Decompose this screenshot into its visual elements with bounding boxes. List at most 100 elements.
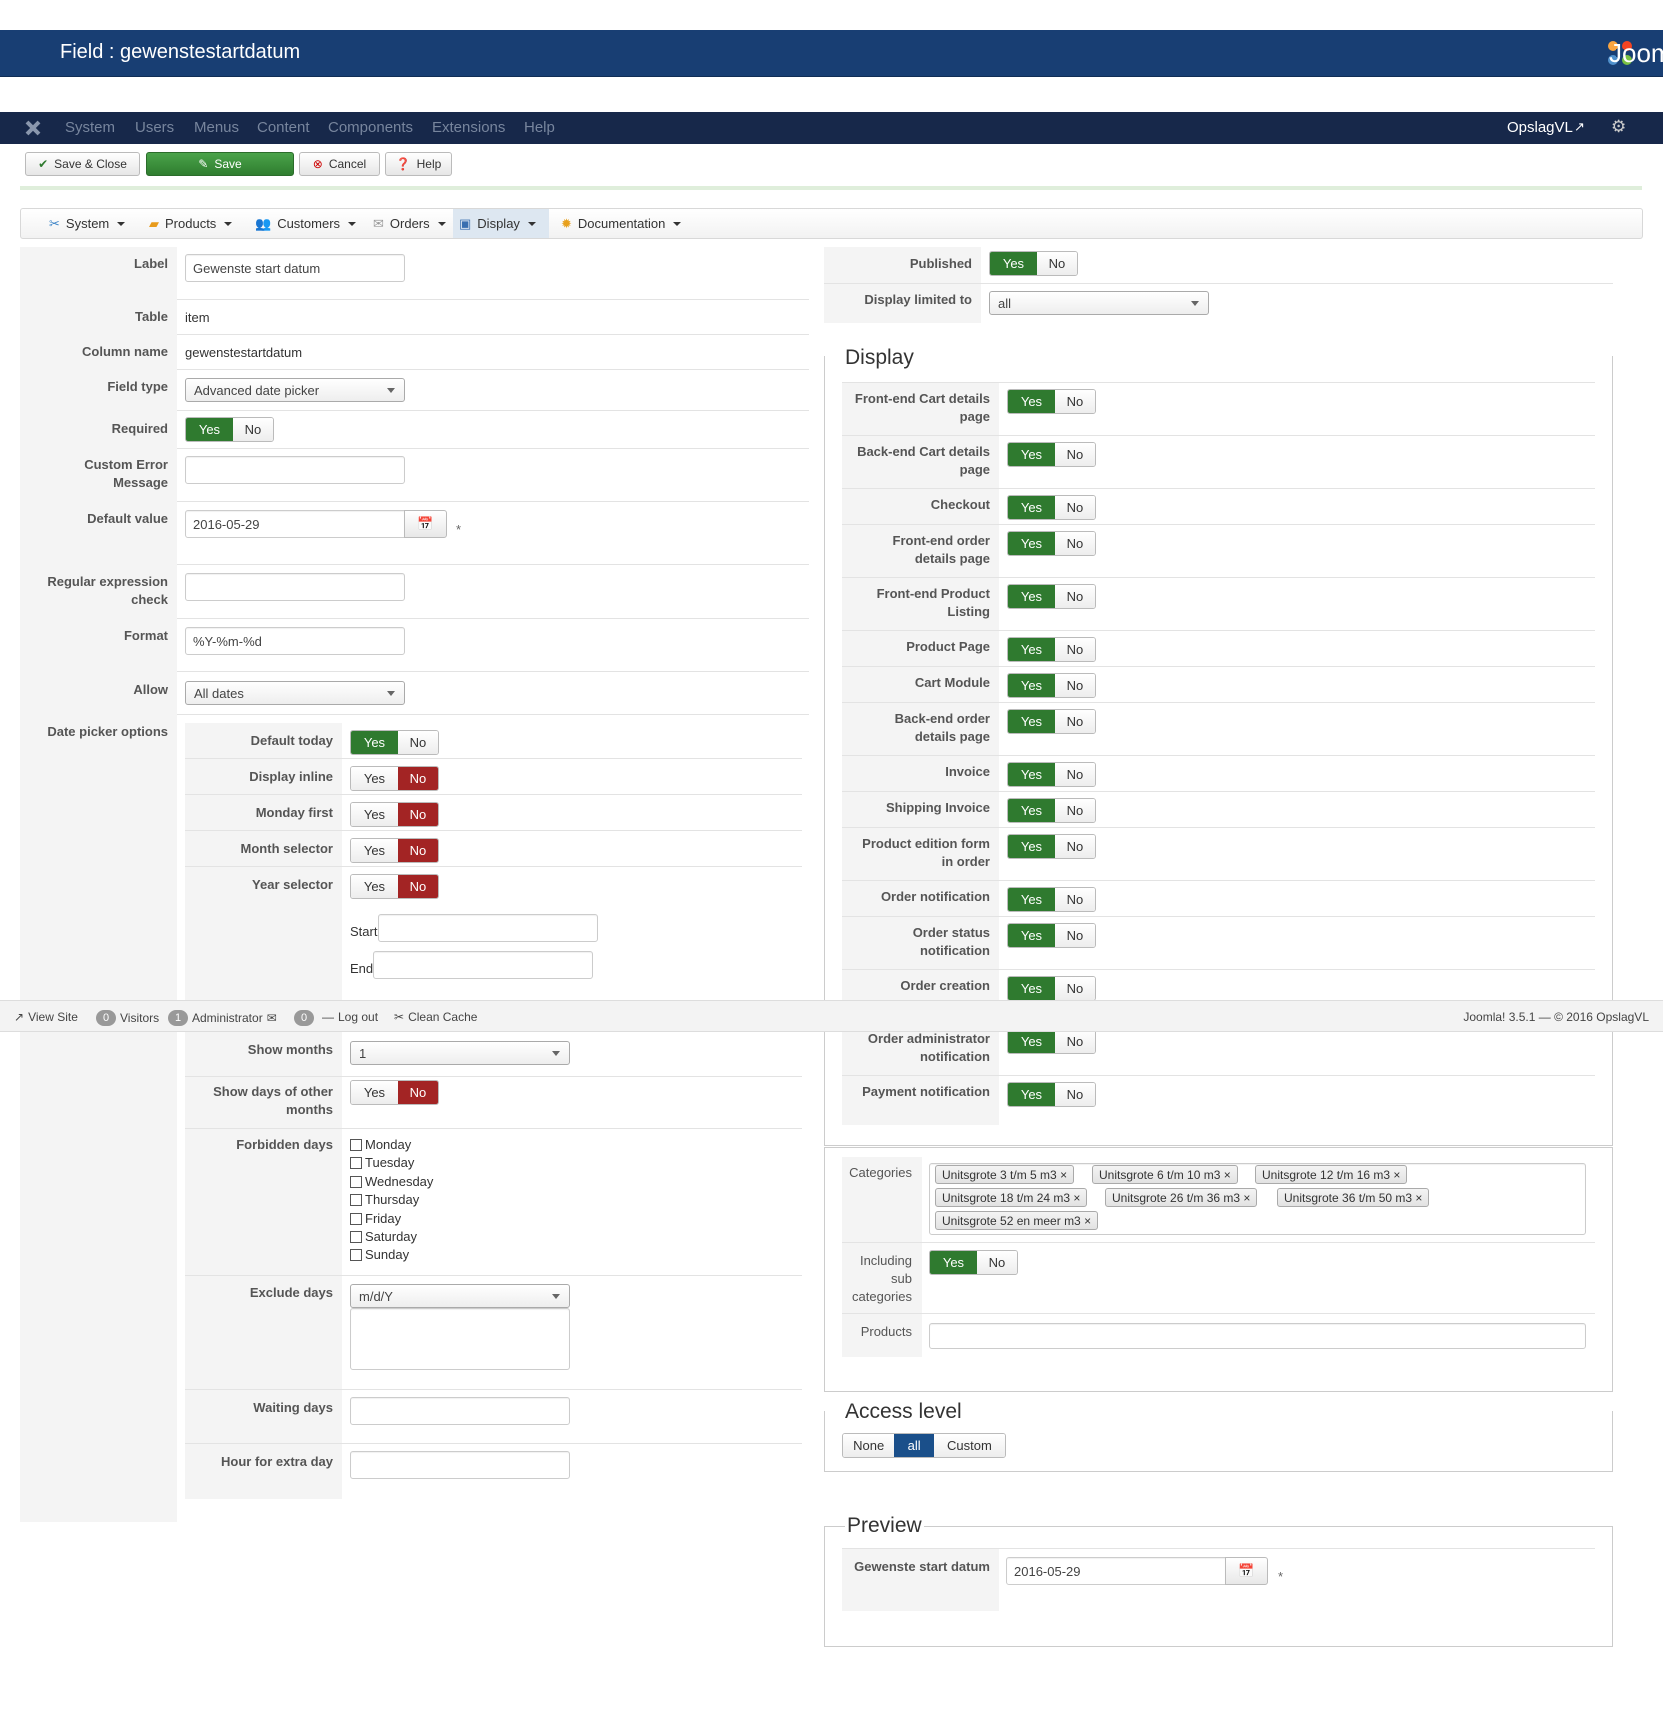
monday-first-toggle[interactable]: Yes No [350, 802, 439, 827]
display-row-toggle[interactable]: Yes No [1007, 887, 1096, 912]
display-row-toggle[interactable]: Yes No [1007, 798, 1096, 823]
category-tag[interactable]: Unitsgrote 18 t/m 24 m3 × [935, 1188, 1088, 1207]
yes-option[interactable]: Yes [1008, 924, 1055, 947]
nav-menus[interactable]: Menus [194, 119, 239, 136]
yes-option[interactable]: Yes [351, 767, 398, 790]
site-link[interactable]: OpslagVL [1507, 119, 1573, 136]
yes-option[interactable]: Yes [1008, 443, 1055, 466]
access-all[interactable]: all [894, 1434, 934, 1457]
yes-option[interactable]: Yes [1008, 763, 1055, 786]
yes-option[interactable]: Yes [351, 803, 398, 826]
forbidden-saturday[interactable]: Saturday [350, 1229, 417, 1244]
display-row-toggle[interactable]: Yes No [1007, 1082, 1096, 1107]
save-close-button[interactable]: ✔ Save & Close [25, 152, 140, 176]
checkbox[interactable] [350, 1193, 362, 1206]
no-option[interactable]: No [1054, 977, 1095, 1000]
remove-tag-icon[interactable]: × [1060, 1168, 1067, 1182]
category-tag[interactable]: Unitsgrote 36 t/m 50 m3 × [1277, 1188, 1430, 1207]
forbidden-tuesday[interactable]: Tuesday [350, 1155, 414, 1170]
yes-option[interactable]: Yes [1008, 390, 1055, 413]
display-row-toggle[interactable]: Yes No [1007, 442, 1096, 467]
help-button[interactable]: ❓ Help [385, 152, 452, 176]
category-tag[interactable]: Unitsgrote 12 t/m 16 m3 × [1255, 1165, 1408, 1184]
yes-option[interactable]: Yes [1008, 532, 1055, 555]
no-option[interactable]: No [1054, 1030, 1095, 1053]
nav-system[interactable]: System [65, 119, 115, 136]
waiting-days-input[interactable] [350, 1397, 570, 1425]
yes-option[interactable]: Yes [1008, 585, 1055, 608]
no-option[interactable]: No [1054, 390, 1095, 413]
submenu-system[interactable]: ✂ System [43, 209, 131, 238]
yes-option[interactable]: Yes [186, 418, 233, 441]
submenu-orders[interactable]: ✉ Orders [367, 209, 452, 238]
access-none[interactable]: None [843, 1434, 895, 1457]
display-row-toggle[interactable]: Yes No [1007, 923, 1096, 948]
year-start-input[interactable] [378, 914, 598, 942]
save-button[interactable]: ✎ Save [146, 152, 294, 176]
year-selector-toggle[interactable]: Yes No [350, 874, 439, 899]
clean-cache-link[interactable]: ✂ Clean Cache [394, 1010, 477, 1024]
yes-option[interactable]: Yes [1008, 496, 1055, 519]
no-option[interactable]: No [1054, 924, 1095, 947]
no-option[interactable]: No [397, 803, 438, 826]
no-option[interactable]: No [1054, 638, 1095, 661]
submenu-display[interactable]: ▣ Display [453, 209, 549, 238]
cancel-button[interactable]: ⊗ Cancel [299, 152, 380, 176]
custom-error-input[interactable] [185, 456, 405, 484]
remove-tag-icon[interactable]: × [1084, 1214, 1091, 1228]
forbidden-friday[interactable]: Friday [350, 1211, 401, 1226]
default-value-input[interactable]: 2016-05-29 [185, 510, 405, 538]
gear-icon[interactable]: ⚙ [1611, 117, 1626, 137]
yes-option[interactable]: Yes [990, 252, 1037, 275]
yes-option[interactable]: Yes [1008, 799, 1055, 822]
display-row-toggle[interactable]: Yes No [1007, 673, 1096, 698]
no-option[interactable]: No [397, 839, 438, 862]
nav-components[interactable]: Components [328, 119, 413, 136]
yes-option[interactable]: Yes [1008, 835, 1055, 858]
no-option[interactable]: No [1054, 710, 1095, 733]
category-tag[interactable]: Unitsgrote 26 t/m 36 m3 × [1105, 1188, 1258, 1207]
forbidden-monday[interactable]: Monday [350, 1137, 411, 1152]
display-row-toggle[interactable]: Yes No [1007, 834, 1096, 859]
display-row-toggle[interactable]: Yes No [1007, 637, 1096, 662]
access-level-toggle[interactable]: None all Custom [842, 1433, 1006, 1458]
yes-option[interactable]: Yes [351, 839, 398, 862]
yes-option[interactable]: Yes [1008, 977, 1055, 1000]
category-tag[interactable]: Unitsgrote 52 en meer m3 × [935, 1211, 1099, 1230]
access-custom[interactable]: Custom [933, 1434, 1005, 1457]
yes-option[interactable]: Yes [1008, 888, 1055, 911]
hour-extra-day-input[interactable] [350, 1451, 570, 1479]
display-row-toggle[interactable]: Yes No [1007, 762, 1096, 787]
month-selector-toggle[interactable]: Yes No [350, 838, 439, 863]
default-today-toggle[interactable]: Yes No [350, 730, 439, 755]
yes-option[interactable]: Yes [930, 1251, 977, 1274]
no-option[interactable]: No [1054, 835, 1095, 858]
checkbox[interactable] [350, 1156, 362, 1169]
no-option[interactable]: No [397, 1081, 438, 1104]
no-option[interactable]: No [397, 875, 438, 898]
published-toggle[interactable]: Yes No [989, 251, 1078, 276]
no-option[interactable]: No [232, 418, 273, 441]
checkbox[interactable] [350, 1248, 362, 1261]
calendar-button[interactable]: 📅 [404, 510, 447, 538]
forbidden-wednesday[interactable]: Wednesday [350, 1174, 433, 1189]
submenu-documentation[interactable]: ✹ Documentation [555, 209, 687, 238]
remove-tag-icon[interactable]: × [1415, 1191, 1422, 1205]
format-input[interactable]: %Y-%m-%d [185, 627, 405, 655]
category-tag[interactable]: Unitsgrote 3 t/m 5 m3 × [935, 1165, 1075, 1184]
including-sub-toggle[interactable]: Yes No [929, 1250, 1018, 1275]
yes-option[interactable]: Yes [351, 875, 398, 898]
yes-option[interactable]: Yes [1008, 674, 1055, 697]
nav-extensions[interactable]: Extensions [432, 119, 505, 136]
no-option[interactable]: No [1054, 1083, 1095, 1106]
yes-option[interactable]: Yes [1008, 638, 1055, 661]
view-site-link[interactable]: ↗ View Site [14, 1010, 78, 1024]
submenu-customers[interactable]: 👥 Customers [249, 209, 362, 238]
required-toggle[interactable]: Yes No [185, 417, 274, 442]
preview-calendar-button[interactable]: 📅 [1225, 1557, 1268, 1585]
products-input[interactable] [929, 1323, 1586, 1349]
exclude-format-select[interactable]: m/d/Y [350, 1284, 570, 1308]
yes-option[interactable]: Yes [1008, 1030, 1055, 1053]
nav-help[interactable]: Help [524, 119, 555, 136]
display-limited-select[interactable]: all [989, 291, 1209, 315]
